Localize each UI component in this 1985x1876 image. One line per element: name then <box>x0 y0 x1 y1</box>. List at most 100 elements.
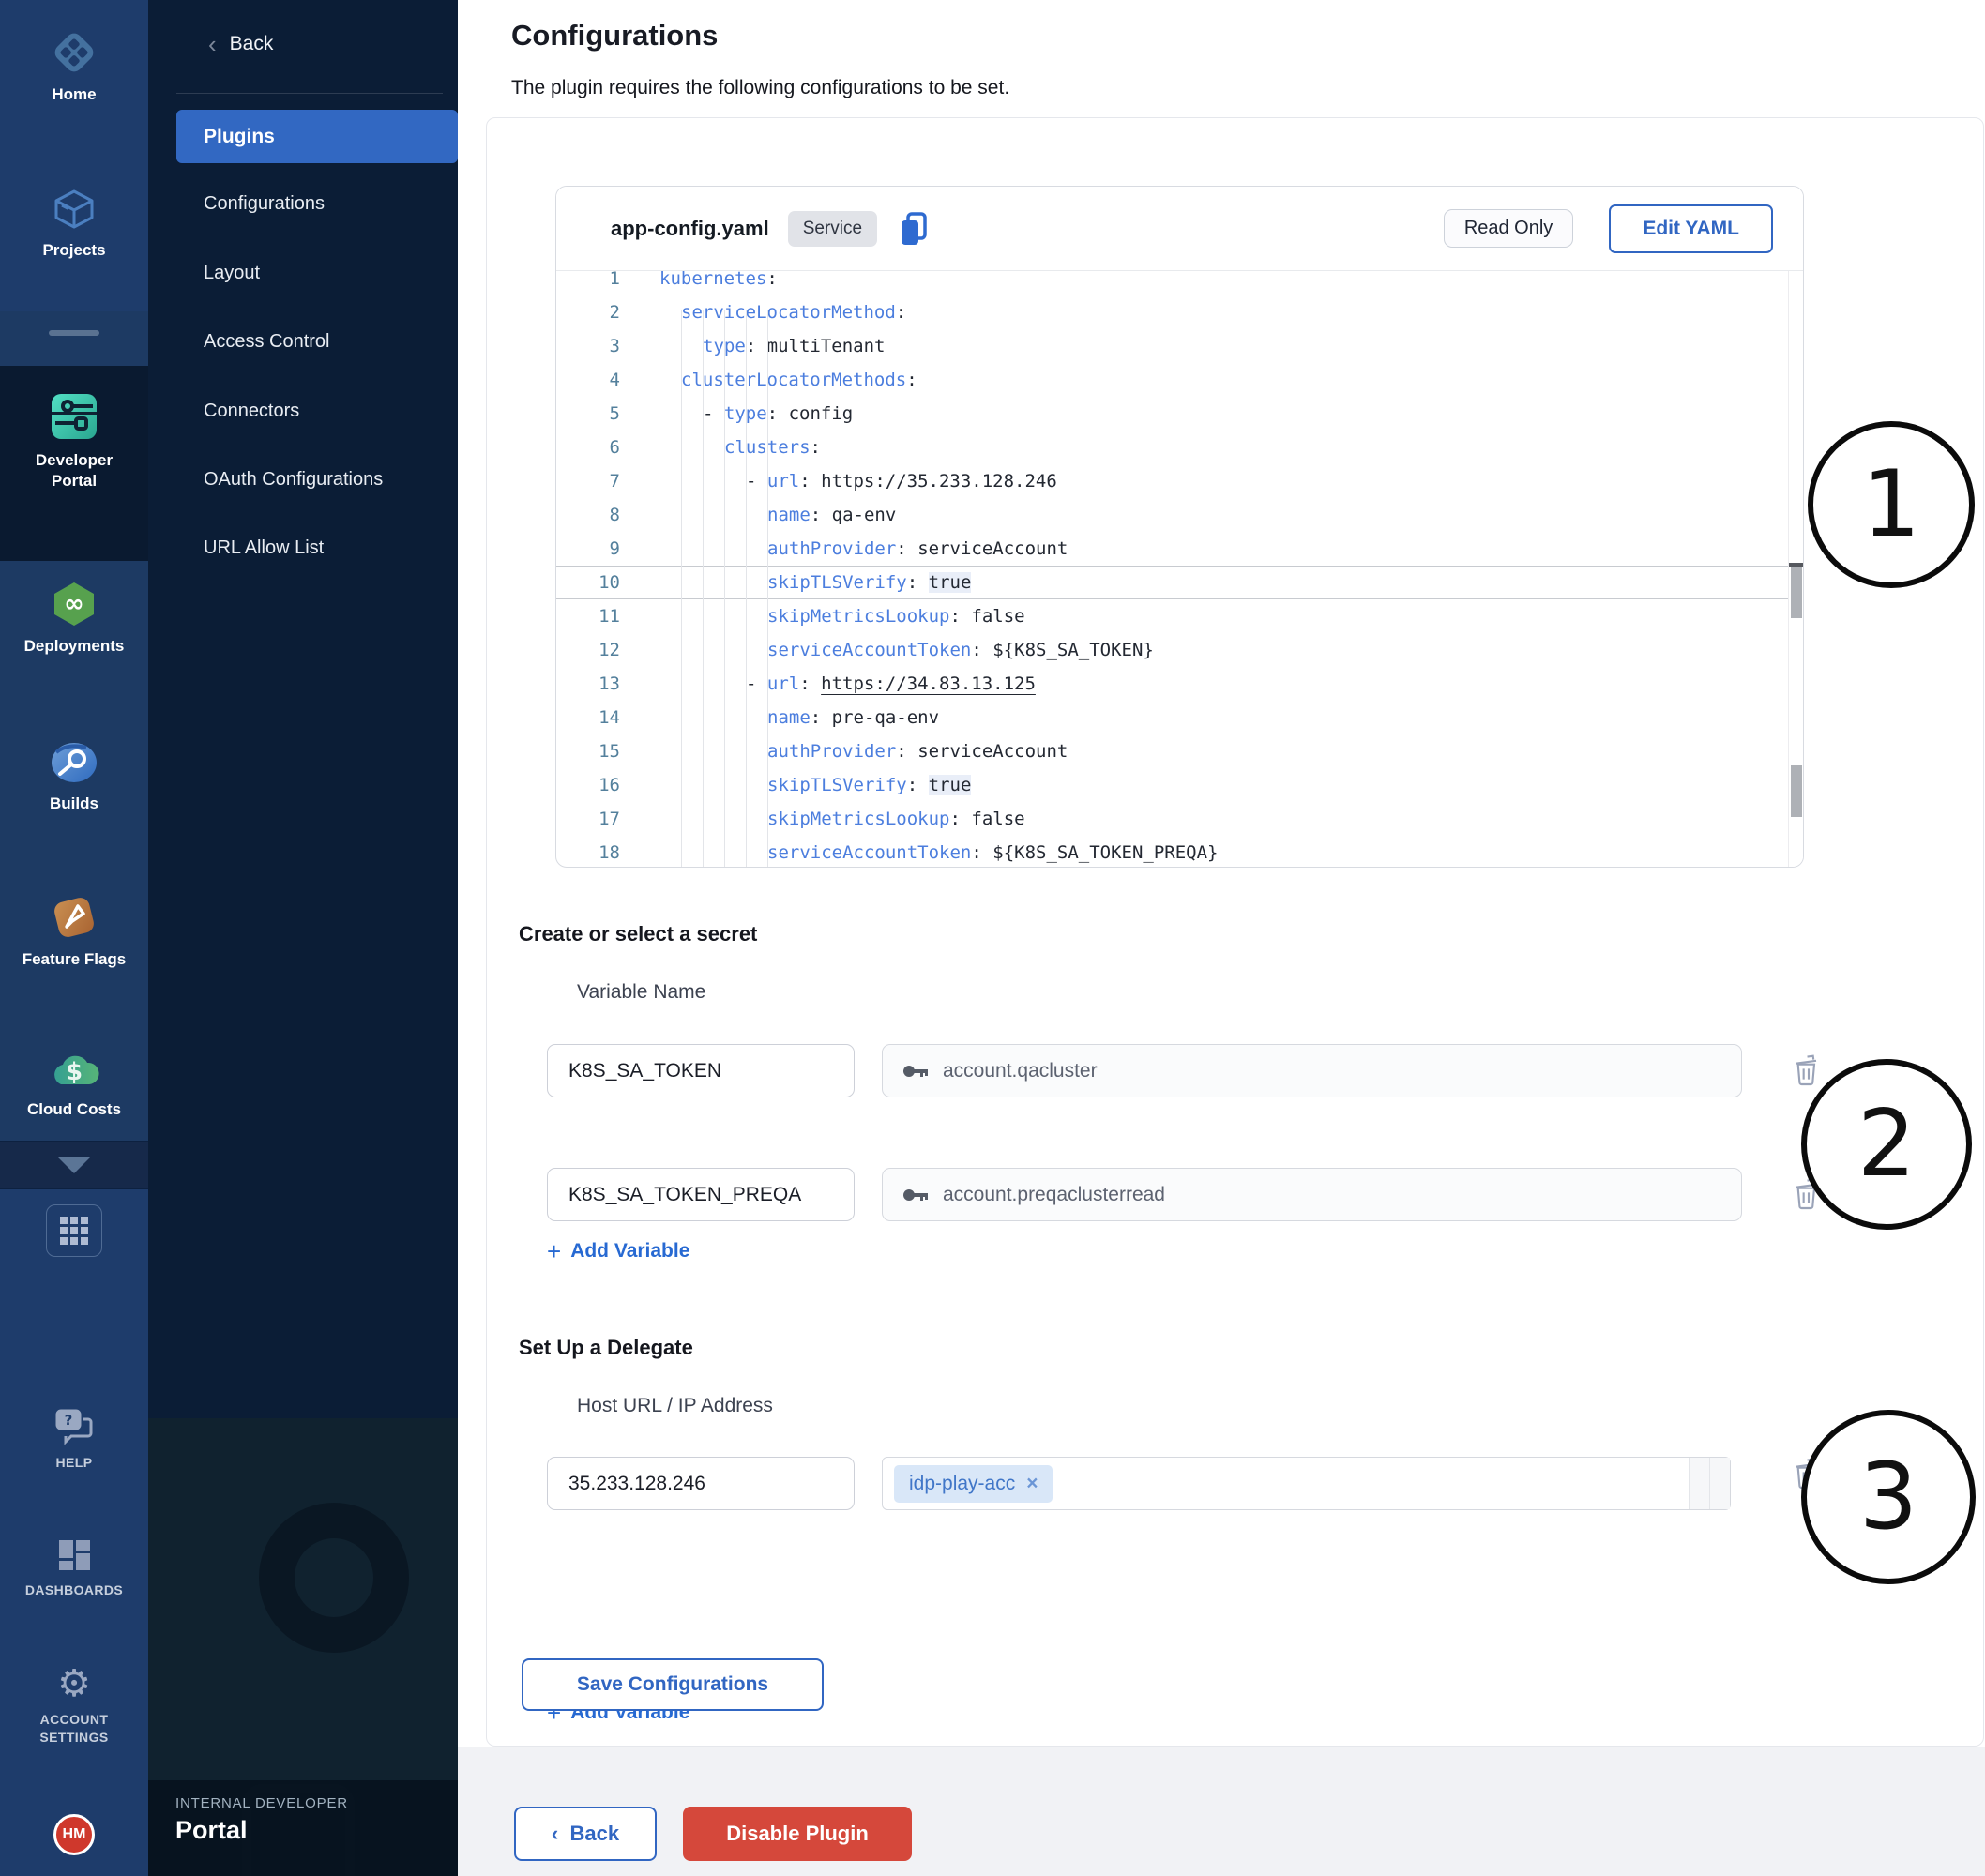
feature-flags-icon <box>0 893 148 942</box>
variable-name-input[interactable] <box>547 1168 855 1221</box>
sidebar-item-label: ACCOUNT SETTINGS <box>0 1711 148 1747</box>
add-variable-button[interactable]: + Add Variable <box>547 1240 689 1263</box>
sidebar-item-projects[interactable]: Projects <box>0 186 148 261</box>
secret-select[interactable]: account.qacluster <box>882 1044 1742 1097</box>
yaml-key: skipMetricsLookup <box>767 809 949 829</box>
disable-plugin-button[interactable]: Disable Plugin <box>683 1807 912 1861</box>
line-number: 18 <box>556 836 620 867</box>
brand-kicker: INTERNAL DEVELOPER <box>175 1795 348 1811</box>
back-nav-label: Back <box>230 33 274 55</box>
sidebar-item-plugins[interactable]: Plugins <box>176 110 458 163</box>
annotation-circle-3: 3 <box>1801 1410 1976 1584</box>
user-avatar[interactable]: HM <box>53 1814 95 1855</box>
sidebar-item-label: Cloud Costs <box>0 1099 148 1120</box>
service-badge: Service <box>788 211 877 247</box>
chevron-down-icon[interactable] <box>58 1157 90 1173</box>
line-number: 17 <box>556 802 620 836</box>
secret-select[interactable]: account.preqaclusterread <box>882 1168 1742 1221</box>
delegate-tag-chip[interactable]: idp-play-acc × <box>894 1465 1053 1503</box>
yaml-key: name <box>767 707 811 728</box>
line-number: 5 <box>556 397 620 431</box>
brand-title: Portal <box>175 1816 248 1845</box>
sidebar-item-home[interactable]: Home <box>0 28 148 105</box>
sidebar-item-configurations[interactable]: Configurations <box>204 193 325 215</box>
yaml-key: kubernetes <box>659 271 766 289</box>
scrollbar-thumb[interactable] <box>1791 567 1802 618</box>
save-configurations-button[interactable]: Save Configurations <box>522 1658 824 1711</box>
yaml-value: ${K8S_SA_TOKEN_PREQA} <box>992 842 1218 863</box>
sidebar-item-access-control[interactable]: Access Control <box>204 331 330 353</box>
sidebar-item-label: HELP <box>0 1454 148 1472</box>
yaml-key: skipTLSVerify <box>767 775 907 795</box>
delete-variable-icon[interactable] <box>1792 1052 1822 1086</box>
rail-collapse-handle[interactable] <box>49 330 99 336</box>
yaml-value: ${K8S_SA_TOKEN} <box>992 640 1154 660</box>
annotation-circle-1: 1 <box>1808 421 1975 588</box>
sidebar-item-help[interactable]: ? HELP <box>0 1407 148 1472</box>
yaml-value: multiTenant <box>767 336 886 356</box>
back-button[interactable]: ‹ Back <box>514 1807 657 1861</box>
line-number: 16 <box>556 768 620 802</box>
module-picker-button[interactable] <box>46 1204 102 1257</box>
line-number: 6 <box>556 431 620 464</box>
tag-field-addon[interactable] <box>1689 1458 1730 1509</box>
yaml-value-link[interactable]: https://35.233.128.246 <box>821 471 1057 492</box>
delegate-tags-input[interactable]: idp-play-acc × <box>882 1457 1731 1510</box>
gear-icon: ⚙ <box>0 1664 148 1703</box>
yaml-line: 14name: pre-qa-env <box>556 701 1788 734</box>
yaml-value: qa-env <box>832 505 897 525</box>
yaml-key: serviceLocatorMethod <box>681 302 896 323</box>
yaml-code-area[interactable]: 1kubernetes:2serviceLocatorMethod:3type:… <box>556 271 1788 867</box>
yaml-value: false <box>971 606 1024 627</box>
yaml-line: 18serviceAccountToken: ${K8S_SA_TOKEN_PR… <box>556 836 1788 867</box>
sidebar-item-feature-flags[interactable]: Feature Flags <box>0 893 148 970</box>
line-number: 13 <box>556 667 620 701</box>
scrollbar-thumb[interactable] <box>1791 765 1802 817</box>
yaml-value-link[interactable]: https://34.83.13.125 <box>821 673 1036 694</box>
sidebar-item-account-settings[interactable]: ⚙ ACCOUNT SETTINGS <box>0 1664 148 1747</box>
sidebar-item-deployments[interactable]: ∞ Deployments <box>0 580 148 657</box>
sidebar-item-label: Feature Flags <box>0 949 148 970</box>
yaml-line: 6clusters: <box>556 431 1788 464</box>
yaml-line: 1kubernetes: <box>556 271 1788 295</box>
edit-yaml-button[interactable]: Edit YAML <box>1609 204 1773 253</box>
sidebar-item-builds[interactable]: Builds <box>0 739 148 814</box>
rail-bottom-section <box>0 1189 148 1876</box>
sidebar-item-label: Plugins <box>204 126 275 148</box>
sidebar-item-label: Builds <box>0 794 148 814</box>
yaml-viewer-card: app-config.yaml Service Read Only Edit Y… <box>555 186 1804 868</box>
sidebar-item-connectors[interactable]: Connectors <box>204 401 299 422</box>
yaml-line: 2serviceLocatorMethod: <box>556 295 1788 329</box>
yaml-key: skipTLSVerify <box>767 572 907 593</box>
sidebar-item-dashboards[interactable]: DASHBOARDS <box>0 1536 148 1599</box>
yaml-line: 15authProvider: serviceAccount <box>556 734 1788 768</box>
yaml-line: 8name: qa-env <box>556 498 1788 532</box>
sidebar-item-developer-portal[interactable]: Developer Portal <box>0 390 148 492</box>
copy-icon[interactable] <box>898 211 930 247</box>
line-number: 14 <box>556 701 620 734</box>
back-nav[interactable]: ‹ Back <box>208 32 273 56</box>
sidebar-item-cloud-costs[interactable]: $ Cloud Costs <box>0 1049 148 1120</box>
sidebar-item-layout[interactable]: Layout <box>204 263 260 284</box>
plus-icon: + <box>547 1242 561 1261</box>
yaml-lines: 1kubernetes:2serviceLocatorMethod:3type:… <box>556 271 1788 867</box>
key-icon <box>902 1184 930 1206</box>
secret-value: account.preqaclusterread <box>943 1184 1165 1206</box>
host-url-input[interactable] <box>547 1457 855 1510</box>
yaml-value: config <box>789 403 854 424</box>
line-number: 11 <box>556 599 620 633</box>
sidebar-item-label: DASHBOARDS <box>0 1581 148 1599</box>
delegate-heading: Set Up a Delegate <box>519 1336 693 1360</box>
sidebar-item-oauth-configurations[interactable]: OAuth Configurations <box>204 469 383 491</box>
svg-text:∞: ∞ <box>64 590 84 618</box>
line-number: 3 <box>556 329 620 363</box>
help-chat-icon: ? <box>0 1407 148 1446</box>
page-title: Configurations <box>511 19 718 53</box>
yaml-line: 4clusterLocatorMethods: <box>556 363 1788 397</box>
variable-name-input[interactable] <box>547 1044 855 1097</box>
deployments-icon: ∞ <box>0 580 148 628</box>
remove-tag-icon[interactable]: × <box>1026 1473 1038 1495</box>
sidebar-item-url-allow-list[interactable]: URL Allow List <box>204 537 324 559</box>
code-scrollbar[interactable] <box>1788 271 1803 867</box>
sidebar-item-label: Projects <box>0 240 148 261</box>
